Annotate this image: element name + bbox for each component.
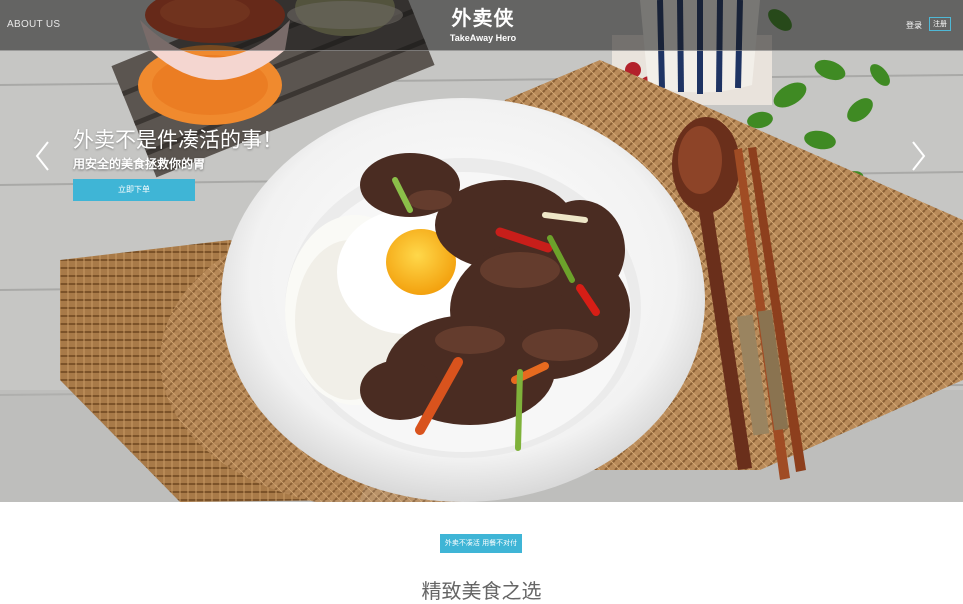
order-now-button[interactable]: 立即下单: [73, 179, 195, 201]
chevron-right-icon: [912, 141, 926, 171]
login-link[interactable]: 登录: [906, 20, 922, 31]
site-logo[interactable]: 外卖侠 TakeAway Hero: [443, 7, 523, 44]
carousel-prev-button[interactable]: [34, 140, 54, 172]
logo-english-text: TakeAway Hero: [449, 33, 517, 43]
hero-food-photo: [0, 0, 963, 502]
carousel-next-button[interactable]: [907, 140, 927, 172]
register-button[interactable]: 注册: [929, 17, 951, 31]
hero-subtitle: 用安全的美食拯救你的胃: [73, 157, 206, 171]
logo-chinese-text: 外卖侠: [451, 6, 515, 30]
hero-banner: ABOUT US 外卖侠 TakeAway Hero 登录 注册 外卖不是件凑活…: [0, 0, 963, 502]
chevron-left-icon: [35, 141, 49, 171]
hero-title: 外卖不是件凑活的事！: [73, 128, 283, 152]
slogan-tag-button[interactable]: 外卖不凑活 用餐不对付: [440, 534, 522, 553]
nav-about-us-link[interactable]: ABOUT US: [7, 19, 60, 30]
top-nav: ABOUT US 外卖侠 TakeAway Hero 登录 注册: [0, 0, 963, 51]
